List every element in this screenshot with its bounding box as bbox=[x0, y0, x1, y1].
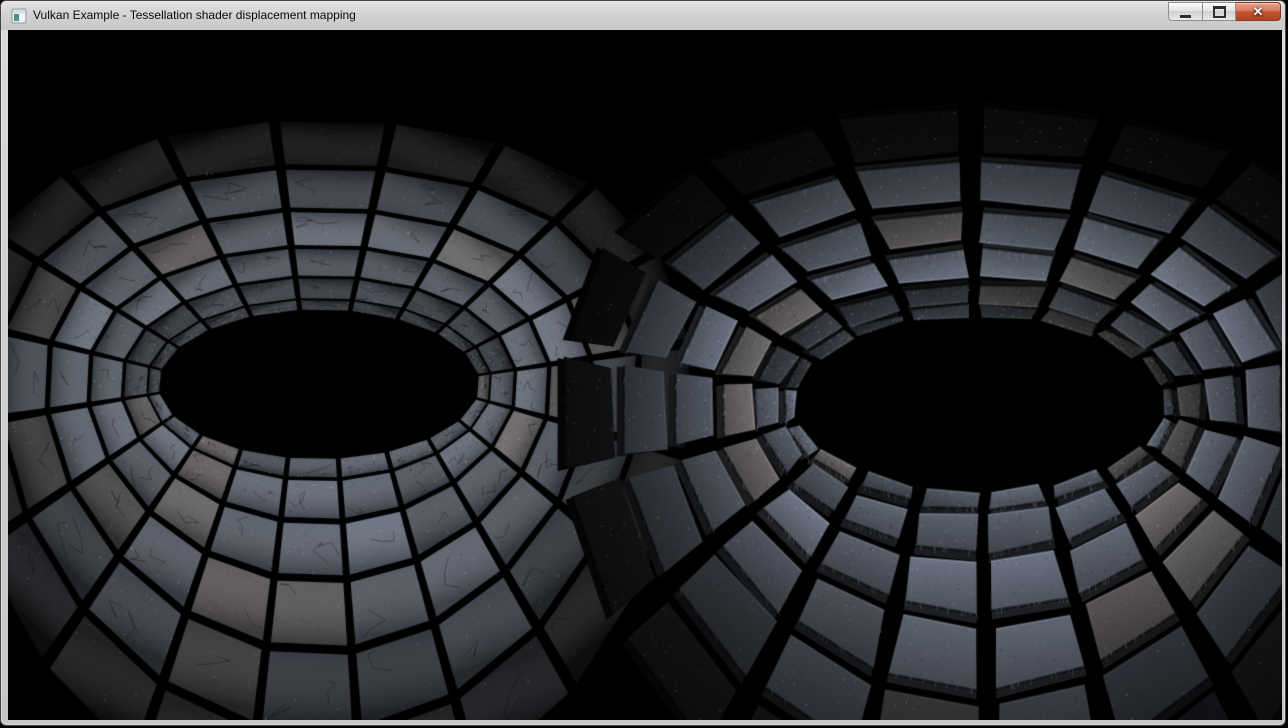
render-viewport bbox=[8, 30, 1282, 720]
maximize-icon bbox=[1213, 6, 1226, 18]
app-window: Vulkan Example - Tessellation shader dis… bbox=[0, 0, 1286, 726]
title-bar[interactable]: Vulkan Example - Tessellation shader dis… bbox=[1, 1, 1285, 30]
app-icon-image bbox=[11, 8, 27, 24]
minimize-icon bbox=[1180, 15, 1191, 18]
window-controls: ✕ bbox=[1168, 2, 1281, 22]
app-icon[interactable] bbox=[11, 8, 27, 24]
close-icon: ✕ bbox=[1253, 3, 1264, 20]
maximize-button[interactable] bbox=[1202, 2, 1236, 21]
minimize-button[interactable] bbox=[1168, 2, 1202, 21]
close-button[interactable]: ✕ bbox=[1236, 2, 1281, 21]
window-title: Vulkan Example - Tessellation shader dis… bbox=[33, 1, 356, 29]
render-canvas[interactable] bbox=[8, 30, 1282, 720]
